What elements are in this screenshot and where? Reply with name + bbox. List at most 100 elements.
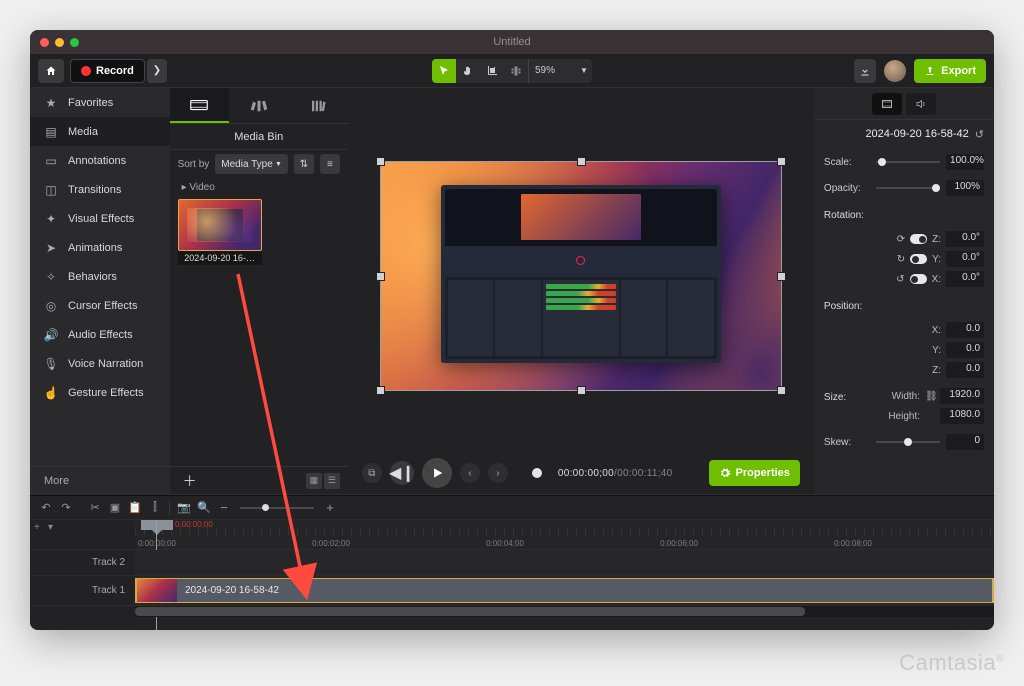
crop-icon: [486, 65, 498, 77]
timeline-horizontal-scrollbar[interactable]: [135, 606, 994, 617]
properties-button[interactable]: Properties: [709, 460, 800, 486]
zoom-plus[interactable]: +: [320, 499, 340, 517]
sidebar-item-animations[interactable]: ➤Animations: [30, 233, 170, 262]
add-marker-button[interactable]: +: [34, 522, 44, 532]
media-tab-bin[interactable]: [170, 88, 229, 123]
playhead-knob[interactable]: [532, 468, 542, 478]
step-back-button[interactable]: ‹: [460, 463, 480, 483]
skew-value[interactable]: 0: [946, 434, 984, 450]
pos-x-value[interactable]: 0.0: [946, 322, 984, 338]
sidebar-item-favorites[interactable]: ★Favorites: [30, 88, 170, 117]
download-button[interactable]: [854, 59, 876, 83]
props-tab-visual[interactable]: [872, 93, 902, 115]
sidebar-item-audio-effects[interactable]: 🔊Audio Effects: [30, 320, 170, 349]
resize-handle-bm[interactable]: [578, 387, 585, 394]
snapshot-button[interactable]: 📷: [174, 499, 194, 517]
zoom-minus[interactable]: −: [214, 499, 234, 517]
sidebar-item-media[interactable]: ▤Media: [30, 117, 170, 146]
track-1-lane[interactable]: 2024-09-20 16-58-42: [135, 576, 994, 606]
crop-tool[interactable]: [480, 59, 504, 83]
undo-button[interactable]: ↶: [36, 499, 56, 517]
copy-button[interactable]: ▣: [105, 499, 125, 517]
prev-frame-button[interactable]: ◀❙: [390, 461, 414, 485]
watermark: Camtasia®: [899, 650, 1004, 676]
rot-x-value[interactable]: 0.0°: [946, 271, 984, 287]
add-media-button[interactable]: ＋: [178, 471, 202, 491]
sidebar-item-cursor-effects[interactable]: ◎Cursor Effects: [30, 291, 170, 320]
rot-y-value[interactable]: 0.0°: [946, 251, 984, 267]
media-clip[interactable]: 2024-09-20 16-…: [178, 199, 262, 265]
rotation-label: Rotation:: [824, 210, 984, 221]
paste-button[interactable]: 📋: [125, 499, 145, 517]
track-header-2[interactable]: Track 2: [30, 550, 135, 576]
sidebar-item-behaviors[interactable]: ✧Behaviors: [30, 262, 170, 291]
track-header-1[interactable]: Track 1: [30, 576, 135, 606]
opacity-value[interactable]: 100%: [946, 180, 984, 196]
rot-z-value[interactable]: 0.0°: [946, 231, 984, 247]
rot-x-toggle[interactable]: [910, 274, 927, 284]
sidebar-item-voice-narration[interactable]: 🎙Voice Narration: [30, 349, 170, 378]
height-value[interactable]: 1080.0: [940, 408, 984, 424]
timeline-clip-thumb: [135, 579, 177, 602]
pos-z-value[interactable]: 0.0: [946, 362, 984, 378]
resize-handle-br[interactable]: [778, 387, 785, 394]
sidebar-item-visual-effects[interactable]: ✦Visual Effects: [30, 204, 170, 233]
play-button[interactable]: [422, 458, 452, 488]
sidebar-item-gesture-effects[interactable]: ☝Gesture Effects: [30, 378, 170, 407]
pos-y-value[interactable]: 0.0: [946, 342, 984, 358]
resize-handle-tl[interactable]: [377, 158, 384, 165]
split-button[interactable]: ⫿: [145, 499, 165, 517]
opacity-slider[interactable]: [876, 187, 940, 189]
cut-button[interactable]: ✂: [85, 499, 105, 517]
zoom-out-button[interactable]: 🔍: [194, 499, 214, 517]
step-forward-button[interactable]: ›: [488, 463, 508, 483]
sort-by-select[interactable]: Media Type▼: [215, 154, 288, 174]
record-menu-button[interactable]: ❯: [147, 59, 167, 83]
link-icon[interactable]: ⛓: [925, 391, 935, 402]
resize-handle-tr[interactable]: [778, 158, 785, 165]
timeline: ↶ ↷ ✂ ▣ 📋 ⫿ 📷 🔍 − + + ▾ Track 2 Track 1: [30, 495, 994, 630]
sort-direction-button-2[interactable]: ≡: [320, 154, 340, 174]
track-2-lane[interactable]: [135, 550, 994, 576]
canvas-zoom-level[interactable]: 59%: [528, 59, 576, 83]
pan-tool[interactable]: [456, 59, 480, 83]
timeline-ruler[interactable]: 0:00:00;00 0:00:00;00 0:00:02;00 0:00:04…: [135, 520, 994, 550]
cursor-icon: [438, 65, 450, 77]
width-value[interactable]: 1920.0: [940, 388, 984, 404]
app-window: Untitled Record ❯ 59% ▼: [30, 30, 994, 630]
export-button[interactable]: Export: [914, 59, 986, 83]
props-tab-audio[interactable]: [906, 93, 936, 115]
sidebar-more[interactable]: More: [30, 466, 170, 494]
skew-slider[interactable]: [876, 441, 940, 443]
sort-direction-button[interactable]: ⇅: [294, 154, 314, 174]
resize-handle-ml[interactable]: [377, 273, 384, 280]
reset-button[interactable]: ↺: [975, 128, 984, 141]
zoom-dropdown[interactable]: ▼: [576, 59, 592, 83]
canvas[interactable]: [381, 162, 781, 390]
timeline-zoom-slider[interactable]: [240, 507, 314, 509]
rot-y-toggle[interactable]: [910, 254, 927, 264]
select-tool[interactable]: [432, 59, 456, 83]
marker-menu-button[interactable]: ▾: [48, 522, 58, 532]
resize-handle-bl[interactable]: [377, 387, 384, 394]
media-tab-templates[interactable]: [288, 88, 347, 123]
playhead-handle[interactable]: [141, 520, 173, 530]
sidebar-item-annotations[interactable]: ▭Annotations: [30, 146, 170, 175]
rotate-y-icon: ↻: [897, 254, 905, 265]
rot-z-toggle[interactable]: [910, 234, 927, 244]
media-tab-library[interactable]: [229, 88, 288, 123]
detach-button[interactable]: ⧉: [362, 463, 382, 483]
magnet-tool[interactable]: [504, 59, 528, 83]
resize-handle-mr[interactable]: [778, 273, 785, 280]
resize-handle-tm[interactable]: [578, 158, 585, 165]
scale-slider[interactable]: [876, 161, 940, 163]
view-grid-button[interactable]: ▦: [306, 473, 322, 489]
view-list-button[interactable]: ☰: [324, 473, 340, 489]
sidebar-item-transitions[interactable]: ◫Transitions: [30, 175, 170, 204]
user-avatar[interactable]: [884, 60, 906, 82]
redo-button[interactable]: ↷: [56, 499, 76, 517]
timeline-clip[interactable]: 2024-09-20 16-58-42: [135, 578, 994, 603]
record-button[interactable]: Record: [70, 59, 145, 83]
home-button[interactable]: [38, 59, 64, 83]
scale-value[interactable]: 100.0%: [946, 154, 984, 170]
